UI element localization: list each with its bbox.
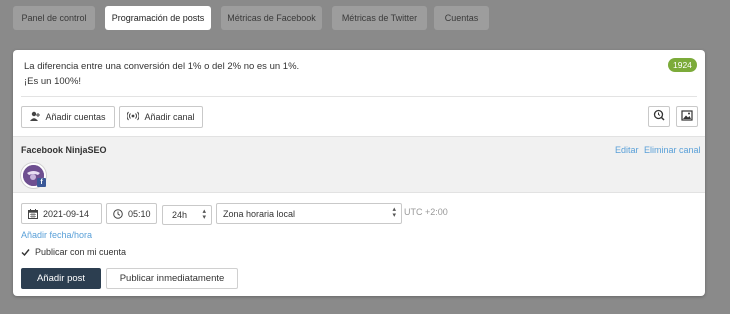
publish-now-button[interactable]: Publicar inmediatamente [106,268,238,289]
message-line-1: La diferencia entre una conversión del 1… [24,61,300,72]
tab-panel-de-control[interactable]: Panel de control [13,6,95,30]
user-add-icon [30,111,41,123]
recycle-post-button[interactable] [648,106,670,127]
tab-cuentas[interactable]: Cuentas [434,6,489,30]
time-format-value: 24h [172,210,188,220]
remove-channel-link[interactable]: Eliminar canal [644,145,701,155]
tab-programacion-de-posts[interactable]: Programación de posts [105,6,211,30]
utc-offset-label: UTC +2:00 [404,207,448,217]
image-icon [681,109,693,124]
add-channel-button[interactable]: Añadir canal [119,106,203,128]
timezone-select[interactable]: Zona horaria local ▴ ▾ [216,203,402,224]
tab-bar: Panel de control Programación de posts M… [0,0,730,40]
publish-with-account-option[interactable]: Publicar con mi cuenta [21,247,126,257]
select-arrows-icon: ▴ ▾ [392,206,396,219]
publish-with-account-label: Publicar con mi cuenta [35,247,127,257]
channel-name: Facebook NinjaSEO [21,145,107,155]
broadcast-icon [127,111,140,123]
select-arrows-icon: ▴ ▾ [202,208,206,221]
time-value: 05:10 [128,208,151,219]
character-counter-badge: 1924 [668,58,697,72]
message-line-2: ¡Es un 100%! [24,76,82,87]
add-datetime-link[interactable]: Añadir fecha/hora [21,230,92,240]
add-image-button[interactable] [676,106,698,127]
post-composer-card: La diferencia entre una conversión del 1… [13,50,705,296]
channel-row: Facebook NinjaSEO Editar Eliminar canal … [13,136,705,193]
add-post-button[interactable]: Añadir post [21,268,101,289]
date-value: 2021-09-14 [43,208,90,219]
add-channel-label: Añadir canal [144,112,195,122]
time-format-select[interactable]: 24h ▴ ▾ [162,205,212,225]
checkbox-checked-icon[interactable] [21,248,30,257]
divider [21,96,697,97]
add-accounts-button[interactable]: Añadir cuentas [21,106,115,128]
tab-metricas-de-facebook[interactable]: Métricas de Facebook [221,6,322,30]
time-field[interactable]: 05:10 [106,203,157,224]
edit-channel-link[interactable]: Editar [615,145,639,155]
add-accounts-label: Añadir cuentas [45,112,106,122]
calendar-icon [28,208,38,219]
timezone-value: Zona horaria local [223,208,296,219]
channel-avatar: f [21,163,46,188]
date-field[interactable]: 2021-09-14 [21,203,102,224]
refresh-search-icon [653,109,665,124]
post-message-textarea[interactable]: La diferencia entre una conversión del 1… [24,59,624,89]
facebook-badge-icon: f [37,178,46,187]
clock-icon [113,208,123,219]
tab-metricas-de-twitter[interactable]: Métricas de Twitter [332,6,427,30]
